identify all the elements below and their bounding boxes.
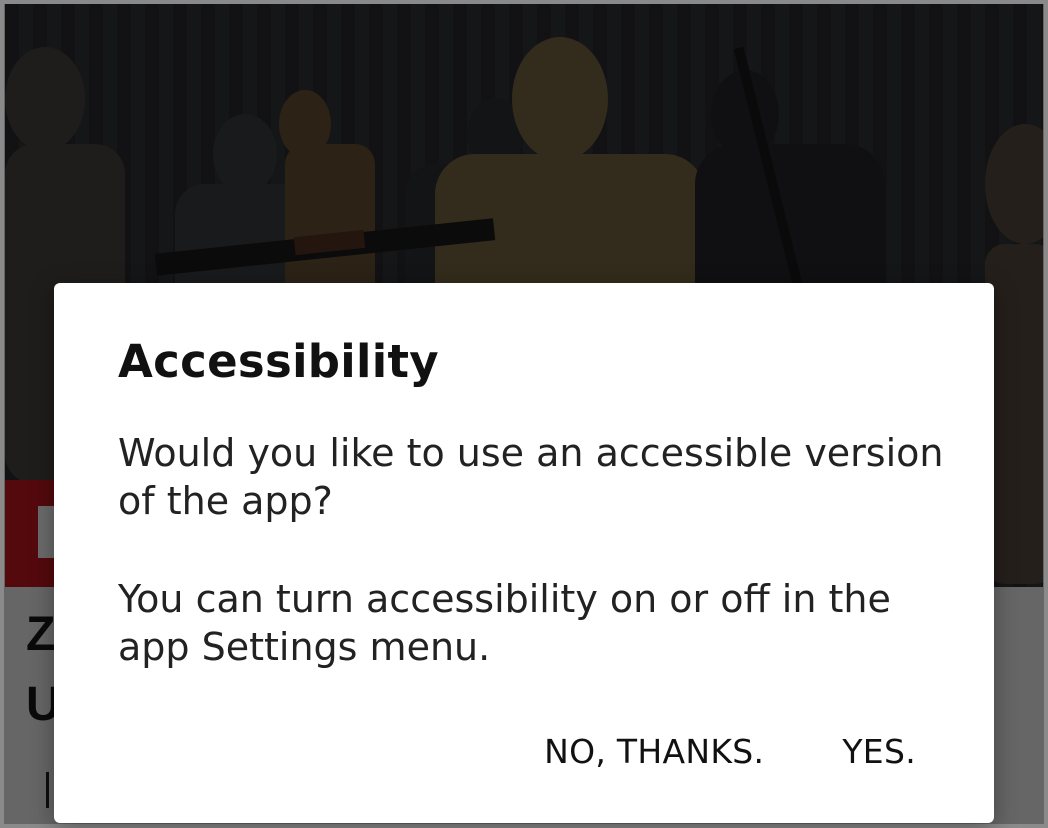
accessibility-dialog: Accessibility Would you like to use an a… bbox=[54, 283, 994, 823]
dialog-message: Would you like to use an accessible vers… bbox=[118, 431, 944, 523]
dialog-body: Would you like to use an accessible vers… bbox=[118, 429, 948, 671]
dialog-title: Accessibility bbox=[118, 335, 439, 388]
no-thanks-button[interactable]: NO, THANKS. bbox=[544, 732, 764, 771]
dialog-note: You can turn accessibility on or off in … bbox=[118, 577, 891, 669]
yes-button[interactable]: YES. bbox=[842, 732, 916, 771]
dialog-actions: NO, THANKS. YES. bbox=[544, 732, 916, 771]
